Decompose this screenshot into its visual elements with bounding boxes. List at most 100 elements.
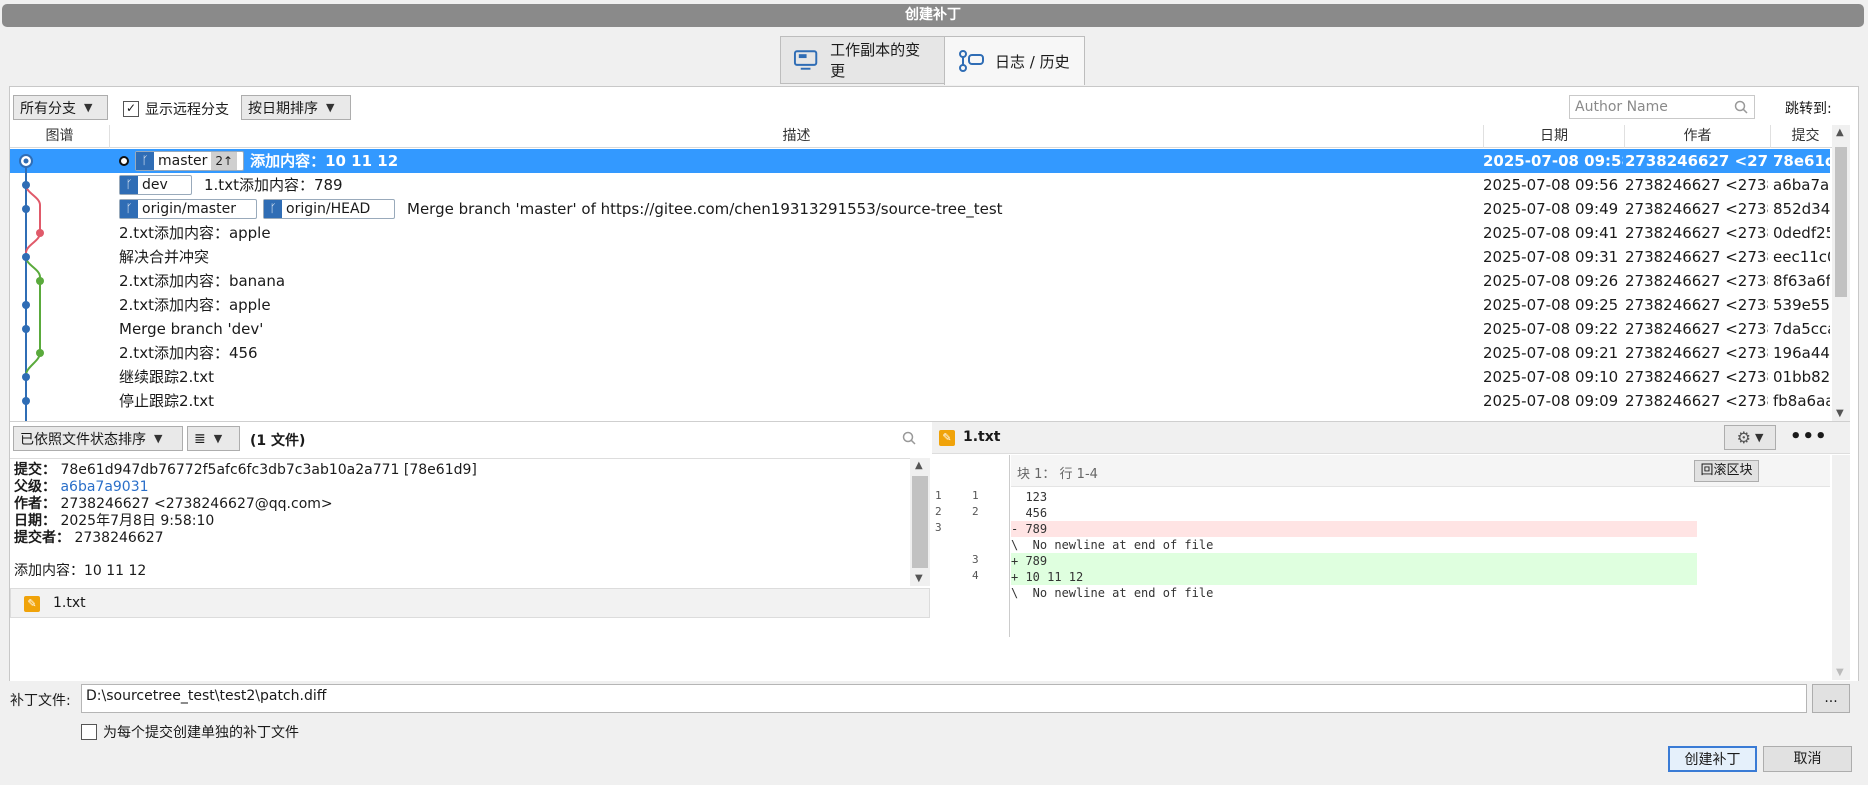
commit-row[interactable]: ᚴ master 2↑ 添加内容：10 11 12 2025-07-08 09:58… (10, 149, 1830, 173)
new-line-number: 1 (972, 489, 979, 502)
commit-author: 2738246627 <2738246627@qq.com> (1625, 152, 1768, 170)
commit-date: 2025-07-08 09:41 (1483, 224, 1619, 242)
scroll-up-icon[interactable]: ▲ (915, 460, 923, 471)
commit-row[interactable]: 解决合并冲突 2025-07-08 09:31 2738246627 <273824… (10, 245, 1830, 269)
commit-row[interactable]: 2.txt添加内容：banana 2025-07-08 09:26 27382466… (10, 269, 1830, 293)
browse-button[interactable]: ... (1812, 684, 1850, 713)
changed-file-row[interactable]: ✎ 1.txt (10, 588, 930, 618)
separate-patch-checkbox[interactable] (81, 724, 97, 740)
chevron-down-icon: ▼ (326, 101, 335, 114)
commit-author: 2738246627 <2738246627@qq.com> (1625, 320, 1768, 338)
commit-row[interactable]: 继续跟踪2.txt 2025-07-08 09:10 2738246627 <273… (10, 365, 1830, 389)
commit-description: 2.txt添加内容：apple (119, 224, 271, 242)
history-graph-icon (959, 50, 984, 72)
scroll-down-icon[interactable]: ▼ (915, 573, 923, 584)
list-view-icon: ≣ (194, 430, 206, 447)
branch-icon: ᚴ (120, 200, 138, 218)
cancel-button[interactable]: 取消 (1763, 746, 1852, 772)
commit-row[interactable]: 2.txt添加内容：456 2025-07-08 09:21 2738246627 … (10, 341, 1830, 365)
gear-icon: ⚙ (1736, 428, 1751, 447)
scrollbar-thumb[interactable] (1835, 147, 1847, 297)
column-date[interactable]: 日期 (1484, 125, 1625, 148)
commit-row[interactable]: ᚴ dev 1.txt添加内容：789 2025-07-08 09:56 2738… (10, 173, 1830, 197)
commit-sha: 78e61d947db76772f5afc6fc3db7c3ab10a2a771… (60, 462, 477, 478)
branch-icon: ᚴ (120, 176, 138, 194)
file-sort-dropdown[interactable]: 已依照文件状态排序 ▼ (13, 426, 183, 451)
separate-patch-option[interactable]: 为每个提交创建单独的补丁文件 (81, 722, 299, 742)
diff-file-name: 1.txt (963, 429, 1001, 445)
column-graph[interactable]: 图谱 (10, 125, 110, 148)
branch-name: origin/master (142, 201, 236, 217)
commit-date: 2025-07-08 09:21 (1483, 344, 1619, 362)
show-remote-checkbox[interactable]: ✓ (123, 101, 139, 117)
commit-hash: 852d347 (1773, 200, 1830, 218)
commit-date: 2025-07-08 09:09 (1483, 392, 1619, 410)
scroll-up-icon[interactable]: ▲ (1836, 127, 1844, 138)
scrollbar-thumb[interactable] (912, 476, 928, 568)
tab-working-copy[interactable]: 工作副本的变更 (780, 36, 945, 84)
commit-hash: eec11c0 (1773, 248, 1830, 266)
branch-tag-dev: ᚴ dev (119, 175, 192, 195)
graph-node (22, 301, 30, 309)
search-icon[interactable] (902, 431, 916, 445)
branch-filter-dropdown[interactable]: 所有分支 ▼ (13, 95, 108, 120)
commit-date: 2025-07-08 09:31 (1483, 248, 1619, 266)
working-copy-icon (793, 50, 818, 70)
window-title: 创建补丁 (2, 4, 1864, 27)
author-value: 2738246627 <2738246627@qq.com> (60, 496, 333, 512)
graph-head-dot (23, 158, 29, 164)
commit-date: 2025-07-08 09:49 (1483, 200, 1619, 218)
column-commit[interactable]: 提交 (1771, 125, 1841, 148)
scroll-down-icon[interactable]: ▼ (1836, 667, 1844, 678)
details-scrollbar[interactable]: ▲ ▼ (910, 458, 930, 586)
commit-row[interactable]: ᚴ origin/master ᚴ origin/HEAD Merge branch… (10, 197, 1830, 221)
view-mode-dropdown[interactable]: ≣ ▼ (187, 426, 240, 451)
more-options-icon[interactable]: ••• (1790, 426, 1828, 447)
commit-hash: a6ba7a9 (1773, 176, 1830, 194)
commit-row[interactable]: 2.txt添加内容：apple 2025-07-08 09:25 273824662… (10, 293, 1830, 317)
diff-line-context: 123 (1011, 490, 1048, 504)
commit-row[interactable]: Merge branch 'dev' 2025-07-08 09:22 273824… (10, 317, 1830, 341)
file-count: (1 文件) (250, 433, 306, 449)
modified-file-icon: ✎ (24, 596, 40, 612)
parent-link[interactable]: a6ba7a9031 (60, 479, 148, 495)
show-remote-branches-toggle[interactable]: ✓ 显示远程分支 (123, 99, 229, 119)
diff-line-context: 456 (1011, 506, 1048, 520)
author-search-input[interactable]: Author Name (1569, 95, 1755, 119)
date-label: 日期： (14, 513, 56, 529)
commit-hash: fb8a6aa (1773, 392, 1830, 410)
commit-author: 2738246627 <2738246627@qq.com> (1625, 200, 1768, 218)
hunk-header-text: 块 1： 行 1-4 (1017, 467, 1098, 482)
commit-graph (19, 154, 44, 421)
file-list-area (10, 618, 930, 680)
column-description[interactable]: 描述 (110, 125, 1484, 148)
tab-log-history[interactable]: 日志 / 历史 (944, 36, 1085, 85)
commit-list-scrollbar[interactable]: ▲ ▼ (1832, 125, 1850, 421)
old-line-number: 3 (935, 521, 942, 534)
commit-list-header: 图谱 描述 日期 作者 提交 (10, 125, 1848, 148)
tab-log-history-label: 日志 / 历史 (995, 52, 1070, 71)
commit-author: 2738246627 <2738246627@qq.com> (1625, 368, 1768, 386)
graph-node (22, 397, 30, 405)
chevron-down-icon: ▼ (1754, 431, 1764, 444)
chevron-down-icon: ▼ (154, 432, 163, 445)
commit-message: 添加内容：10 11 12 (14, 563, 147, 579)
graph-node (22, 181, 30, 189)
diff-options-button[interactable]: ⚙ ▼ (1724, 425, 1776, 450)
create-patch-button[interactable]: 创建补丁 (1668, 746, 1757, 772)
commit-row[interactable]: 2.txt添加内容：apple 2025-07-08 09:41 273824662… (10, 221, 1830, 245)
new-line-number: 2 (972, 505, 979, 518)
chevron-down-icon: ▼ (213, 432, 223, 445)
commit-details-panel: 提交： 78e61d947db76772f5afc6fc3db7c3ab10a2… (10, 458, 910, 586)
scroll-down-icon[interactable]: ▼ (1836, 408, 1844, 419)
commit-row[interactable]: 停止跟踪2.txt 2025-07-08 09:09 2738246627 <273… (10, 389, 1830, 413)
diff-scrollbar[interactable]: ▼ (1832, 455, 1850, 680)
column-author[interactable]: 作者 (1625, 125, 1771, 148)
commit-author: 2738246627 <2738246627@qq.com> (1625, 296, 1768, 314)
reverse-hunk-button[interactable]: 回滚区块 (1694, 460, 1759, 482)
sort-order-dropdown[interactable]: 按日期排序 ▼ (241, 95, 351, 120)
patch-file-input[interactable]: D:\sourcetree_test\test2\patch.diff (81, 684, 1807, 713)
chevron-down-icon: ▼ (84, 101, 93, 114)
show-remote-label: 显示远程分支 (145, 102, 229, 118)
old-line-number: 1 (935, 489, 942, 502)
